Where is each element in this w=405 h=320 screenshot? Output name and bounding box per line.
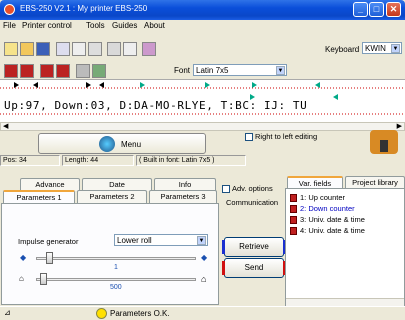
arrow-left-small-icon: ◆ <box>20 253 27 262</box>
horizontal-scrollbar[interactable]: ◀ ▶ <box>0 122 405 131</box>
save-icon[interactable] <box>36 42 50 56</box>
list-item[interactable]: 2: Down counter <box>290 204 355 214</box>
adv-options-label: Adv. options <box>232 184 273 193</box>
length-info: Length: 44 <box>62 155 134 166</box>
menu-tools[interactable]: Tools <box>86 21 105 30</box>
retrieve-button[interactable]: Retrieve <box>224 237 284 257</box>
list-item[interactable]: 1: Up counter <box>290 193 346 203</box>
tab-parameters-1[interactable]: Parameters 1 <box>3 190 75 203</box>
app-icon <box>4 4 15 15</box>
pen-icon[interactable] <box>123 42 137 56</box>
variable-fields-list: 1: Up counter 2: Down counter 3: Univ. d… <box>285 188 405 308</box>
list-item[interactable]: 3: Univ. date & time <box>290 215 365 225</box>
field-icon <box>290 227 297 236</box>
copy-icon[interactable] <box>56 42 70 56</box>
chevron-down-icon: ▼ <box>197 236 206 245</box>
keyboard-label: Keyboard <box>325 45 360 54</box>
brush-icon[interactable] <box>142 42 156 56</box>
menu-printer-control[interactable]: Printer control <box>22 21 72 30</box>
scroll-left-icon[interactable]: ◀ <box>3 122 8 130</box>
rtl-checkbox-label: Right to left editing <box>255 132 318 141</box>
width-large-icon: ⌂ <box>201 274 207 284</box>
field-icon <box>290 194 297 203</box>
list-item-label: 2: Down counter <box>300 204 355 213</box>
menu-about[interactable]: About <box>144 21 165 30</box>
toolbar-secondary: Font Latin 7x5 ▼ <box>0 63 405 79</box>
position-info: Pos: 34 <box>0 155 60 166</box>
send-indicator <box>222 261 225 275</box>
keyboard-select[interactable]: KWIN ▼ <box>362 42 402 54</box>
close-button[interactable]: ✕ <box>386 2 401 17</box>
send-button-label: Send <box>244 263 264 272</box>
font-value: Latin 7x5 <box>196 66 229 75</box>
status-message: Parameters O.K. <box>110 309 170 318</box>
slider-2-thumb[interactable] <box>40 273 47 285</box>
parameters-panel: Impulse generator Lower roll ▼ ◆ ◆ 1 ⌂ ⌂… <box>1 203 219 305</box>
impulse-generator-label: Impulse generator <box>18 237 79 246</box>
upload-icon[interactable] <box>56 64 70 78</box>
printer-head-icon <box>370 130 398 154</box>
tab-parameters-2[interactable]: Parameters 2 <box>77 190 147 203</box>
list-item[interactable]: 4: Univ. date & time <box>290 226 365 236</box>
minimize-button[interactable]: _ <box>353 2 368 17</box>
slider-1-value: 1 <box>114 264 118 271</box>
open-folder-icon[interactable] <box>20 42 34 56</box>
status-icon: ⊿ <box>4 308 11 317</box>
font-select[interactable]: Latin 7x5 ▼ <box>193 64 287 76</box>
impulse-generator-value: Lower roll <box>117 236 152 245</box>
menu-bar: File Printer control Tools Guides About <box>0 20 405 34</box>
editor-text[interactable]: Up:97, Down:03, D:DA-MO-RLYE, T:BC: IJ: … <box>4 99 307 112</box>
menu-button[interactable]: Menu <box>38 133 206 154</box>
text-editor[interactable]: Up:97, Down:03, D:DA-MO-RLYE, T:BC: IJ: … <box>0 79 405 122</box>
wrench-icon[interactable] <box>107 42 121 56</box>
cursor-info-bar: Pos: 34 Length: 44 ( Built in font: Lati… <box>0 155 405 167</box>
toolbar: Keyboard KWIN ▼ <box>0 35 405 63</box>
send-button[interactable]: Send <box>224 258 284 278</box>
scroll-right-icon[interactable]: ▶ <box>397 122 402 130</box>
menu-file[interactable]: File <box>3 21 16 30</box>
rtl-checkbox[interactable] <box>245 133 253 141</box>
retrieve-indicator <box>222 240 225 254</box>
font-info: ( Built in font: Latin 7x5 ) <box>136 155 246 166</box>
keyboard-value: KWIN <box>365 44 386 53</box>
status-bar: ⊿ Parameters O.K. <box>0 306 405 320</box>
paste-icon[interactable] <box>88 42 102 56</box>
communication-label: Communication <box>226 198 279 207</box>
arrow-right-large-icon: ◆ <box>201 253 208 262</box>
chevron-down-icon: ▼ <box>276 66 285 75</box>
chevron-down-icon: ▼ <box>391 44 400 53</box>
title-bar: EBS-250 V2.1 : My printer EBS-250 _ □ ✕ <box>0 0 405 20</box>
download-icon[interactable] <box>40 64 54 78</box>
maximize-button[interactable]: □ <box>369 2 384 17</box>
width-small-icon: ⌂ <box>19 274 24 283</box>
tab-parameters-3[interactable]: Parameters 3 <box>149 190 217 203</box>
menu-button-label: Menu <box>121 140 142 149</box>
field-icon <box>290 216 297 225</box>
print-icon[interactable] <box>4 64 18 78</box>
slider-1-track[interactable] <box>36 257 196 260</box>
impulse-generator-select[interactable]: Lower roll ▼ <box>114 234 208 246</box>
printer-icon[interactable] <box>76 64 90 78</box>
window-title: EBS-250 V2.1 : My printer EBS-250 <box>20 4 148 13</box>
cursor-icon[interactable] <box>92 64 106 78</box>
list-item-label: 4: Univ. date & time <box>300 226 365 235</box>
gears-icon <box>99 136 115 152</box>
retrieve-button-label: Retrieve <box>239 242 269 251</box>
list-item-label: 1: Up counter <box>300 193 346 202</box>
slider-1-thumb[interactable] <box>46 252 53 264</box>
print-preview-icon[interactable] <box>20 64 34 78</box>
slider-2-track[interactable] <box>36 278 196 281</box>
adv-options-checkbox[interactable] <box>222 185 230 193</box>
list-item-label: 3: Univ. date & time <box>300 215 365 224</box>
menu-guides[interactable]: Guides <box>112 21 137 30</box>
font-label: Font <box>174 66 191 75</box>
slider-2-value: 500 <box>110 284 122 291</box>
smiley-icon <box>96 308 107 319</box>
field-icon <box>290 205 297 214</box>
cut-icon[interactable] <box>72 42 86 56</box>
new-file-icon[interactable] <box>4 42 18 56</box>
